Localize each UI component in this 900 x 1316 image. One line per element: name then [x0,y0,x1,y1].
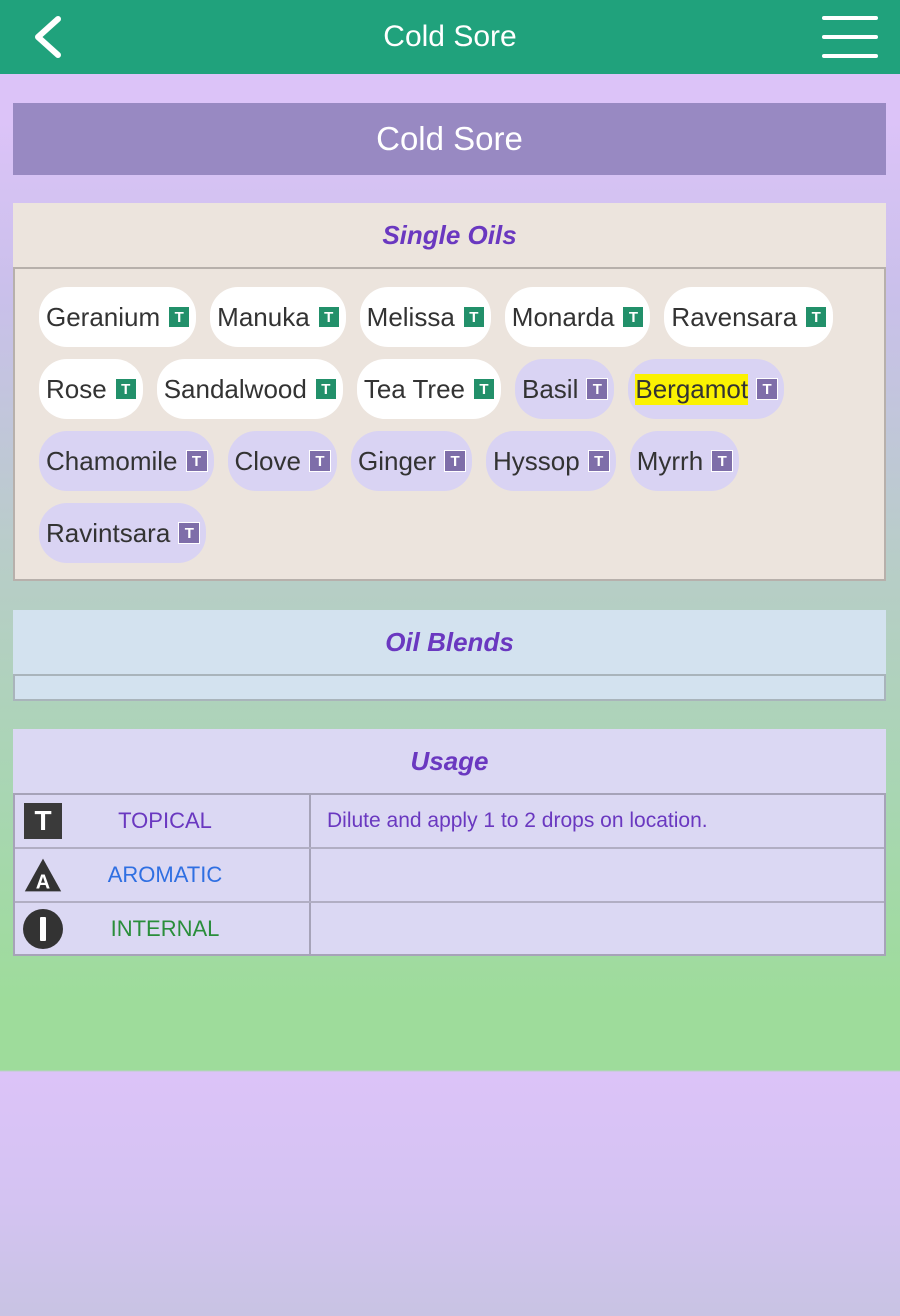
usage-type-cell: INTERNAL [15,903,311,954]
internal-glyph [40,916,46,941]
internal-description [311,903,884,954]
topical-badge-icon: T [308,450,331,472]
oil-name: Rose [46,373,107,404]
menu-line [822,35,878,39]
internal-circle-shape [23,908,63,949]
oil-name: Myrrh [636,445,704,476]
oil-name: Melissa [366,301,455,332]
aromatic-triangle-shape: A [24,858,62,894]
oil-chip[interactable]: Clove T [227,431,337,491]
menu-line [822,54,878,58]
topical-t-icon: T [23,801,63,841]
oil-chip[interactable]: Sandalwood T [156,359,343,419]
oil-chip[interactable]: Hyssop T [486,431,616,491]
topical-badge-icon: T [805,306,828,328]
top-app-bar: Cold Sore [0,0,900,74]
topical-badge-icon: T [462,306,485,328]
oil-chip[interactable]: Tea Tree T [356,359,501,419]
oil-chip[interactable]: Ravensara T [664,287,834,347]
topical-badge-icon: T [586,378,609,400]
topical-badge-icon: T [756,378,779,400]
oil-chip[interactable]: Myrrh T [629,431,740,491]
oil-name: Sandalwood [163,373,307,404]
oil-name: Tea Tree [363,373,465,404]
menu-line [822,16,878,20]
topical-badge-icon: T [314,378,337,400]
topical-badge-icon: T [711,450,734,472]
oil-name: Ginger [357,445,437,476]
hamburger-menu-button[interactable] [822,16,878,58]
back-button[interactable] [24,14,70,60]
single-oils-list: Geranium T Manuka T Melissa T Monarda T Ravensar… [13,267,886,581]
usage-row-aromatic: A AROMATIC [15,849,884,903]
oil-blends-title: Oil Blends [13,610,886,674]
usage-type-cell: A AROMATIC [15,849,311,901]
internal-label: INTERNAL [110,915,220,941]
aromatic-a-icon: A [23,855,63,895]
topical-badge-icon: T [622,306,645,328]
usage-title: Usage [13,729,886,793]
oil-name: Bergamot [635,373,749,405]
oil-chip[interactable]: Ginger T [350,431,473,491]
topical-badge-icon: T [587,450,610,472]
usage-row-topical: T TOPICAL Dilute and apply 1 to 2 drops … [15,795,884,849]
oil-chip[interactable]: Rose T [39,359,143,419]
oil-name: Clove [234,445,301,476]
oil-chip[interactable]: Ravintsara T [39,503,207,563]
oil-name: Manuka [217,301,310,332]
chevron-left-icon [35,16,61,58]
topical-glyph: T [24,803,62,839]
topical-label: TOPICAL [118,808,212,833]
oil-name: Basil [522,373,579,404]
usage-table: T TOPICAL Dilute and apply 1 to 2 drops … [13,793,886,956]
oil-chip[interactable]: Basil T [515,359,615,419]
oil-chip[interactable]: Chamomile T [39,431,214,491]
oil-chip[interactable]: Manuka T [210,287,346,347]
topical-badge-icon: T [317,306,340,328]
topical-badge-icon: T [168,306,191,328]
topical-description: Dilute and apply 1 to 2 drops on locatio… [327,809,708,832]
topical-badge-icon: T [185,450,208,472]
oil-chip[interactable]: Melissa T [359,287,491,347]
aromatic-description [311,849,884,901]
oil-name: Ravensara [671,301,798,332]
oil-name: Monarda [511,301,615,332]
single-oils-title: Single Oils [13,203,886,267]
oil-name: Hyssop [493,445,580,476]
oil-chip[interactable]: Geranium T [39,287,197,347]
usage-section: Usage T TOPICAL Dilute and apply 1 to 2 … [13,729,886,956]
oil-chip[interactable]: Monarda T [504,287,651,347]
internal-i-icon [23,908,63,949]
topical-badge-icon: T [473,378,495,400]
page-header: Cold Sore [13,103,886,175]
oil-chip[interactable]: Bergamot T [628,359,785,419]
oil-name: Geranium [46,301,161,332]
app-title: Cold Sore [383,20,517,53]
topical-badge-icon: T [178,522,201,544]
topical-badge-icon: T [114,378,137,400]
aromatic-glyph: A [36,872,50,894]
usage-type-cell: T TOPICAL [15,795,311,847]
topical-badge-icon: T [444,450,467,472]
oil-name: Chamomile [46,445,178,476]
oil-blends-section: Oil Blends [13,610,886,701]
usage-row-internal: INTERNAL [15,903,884,954]
aromatic-label: AROMATIC [107,862,223,887]
oil-name: Ravintsara [46,517,171,548]
oil-blends-list [13,674,886,701]
single-oils-section: Single Oils Geranium T Manuka T Melissa T Mona… [13,203,886,581]
